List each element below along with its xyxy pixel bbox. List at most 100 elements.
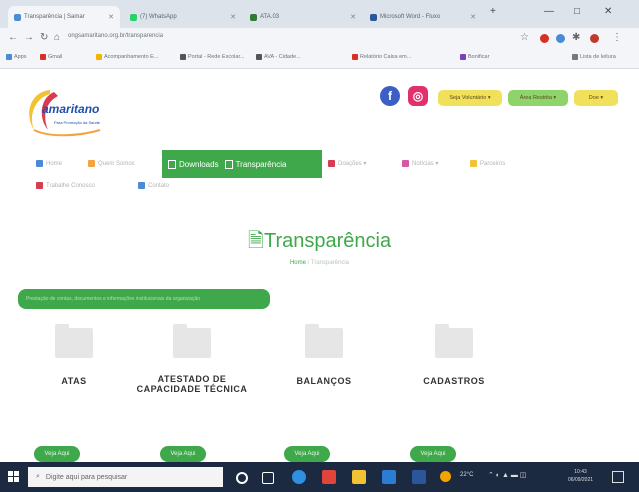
puzzle-icon[interactable]: ✱ <box>572 32 580 43</box>
star-icon[interactable]: ☆ <box>520 32 529 43</box>
breadcrumb-current: Transparência <box>310 260 350 266</box>
document-icon: 🗎 <box>247 230 264 252</box>
reload-icon[interactable]: ↻ <box>40 32 48 43</box>
bookmark-icon <box>180 54 186 60</box>
bookmark-acompanhamento[interactable]: Acompanhamento E... <box>96 54 158 60</box>
tab-word[interactable]: Microsoft Word - Fluxo ✕ <box>364 6 482 28</box>
nav-quem-somos[interactable]: Quem Somos <box>88 160 135 167</box>
apps-icon <box>6 54 12 60</box>
nav-trabalhe-conosco[interactable]: Trabalhe Conosco <box>36 182 95 189</box>
windows-taskbar: ⌕ Digite aqui para pesquisar 22°C ⌃ ◐ ▲ … <box>0 462 639 492</box>
forward-icon[interactable]: → <box>24 32 34 43</box>
nav-parceiros[interactable]: Parceiros <box>470 160 505 167</box>
extension-icon[interactable] <box>556 34 565 43</box>
system-tray-icons[interactable]: ⌃ ◐ ▲ ▬ ◫ <box>488 471 526 479</box>
bookmark-relatorio[interactable]: Relatório Caixa em... <box>352 54 411 60</box>
tab-label: (7) WhatsApp <box>140 14 177 20</box>
doe-button[interactable]: Doe ▾ <box>574 90 618 106</box>
folder-icon <box>173 324 211 358</box>
tab-transparencia[interactable]: Transparência | Samar ✕ <box>8 6 120 28</box>
nav-doacoes[interactable]: Doações ▾ <box>328 160 366 167</box>
facebook-icon[interactable]: f <box>380 86 400 106</box>
task-view-icon[interactable] <box>262 472 274 484</box>
nav-transparencia[interactable]: Transparência <box>224 159 286 169</box>
notifications-icon[interactable] <box>612 471 624 483</box>
breadcrumb: Home / Transparência <box>0 260 639 266</box>
veja-aqui-button[interactable]: Veja Aqui <box>34 446 80 462</box>
minimize-button[interactable]: — <box>544 6 554 17</box>
word-icon[interactable] <box>412 470 426 484</box>
bookmark-icon <box>256 54 262 60</box>
breadcrumb-separator: / <box>307 260 310 266</box>
breadcrumb-home[interactable]: Home <box>290 260 306 266</box>
whatsapp-icon <box>130 13 137 21</box>
card-title: BALANÇOS <box>296 376 352 386</box>
tab-label: Transparência | Samar <box>24 14 85 20</box>
extension-icon[interactable] <box>540 34 549 43</box>
new-tab-button[interactable]: + <box>490 6 496 17</box>
logo-text: amaritano <box>42 102 100 116</box>
menu-icon[interactable]: ⋮ <box>612 32 622 43</box>
document-icon <box>168 159 176 169</box>
veja-aqui-button[interactable]: Veja Aqui <box>160 446 206 462</box>
close-window-button[interactable]: ✕ <box>604 6 612 17</box>
bookmark-ava[interactable]: AVA - Cidade... <box>256 54 301 60</box>
cortana-icon[interactable] <box>236 472 248 484</box>
page-title: 🗎Transparência <box>247 230 392 252</box>
bookmark-bonificar[interactable]: Bonificar <box>460 54 489 60</box>
veja-aqui-button[interactable]: Veja Aqui <box>410 446 456 462</box>
card-balancos: BALANÇOS <box>264 324 384 386</box>
folder-icon <box>305 324 343 358</box>
close-tab-icon[interactable]: ✕ <box>108 13 114 21</box>
profile-icon[interactable] <box>590 34 599 43</box>
taskbar-search[interactable]: ⌕ Digite aqui para pesquisar <box>28 467 223 487</box>
folder-icon <box>435 324 473 358</box>
weather-icon <box>440 471 451 482</box>
windows-start-icon[interactable] <box>8 471 20 483</box>
card-title: ATAS <box>61 376 87 386</box>
card-title: CADASTROS <box>423 376 485 386</box>
file-explorer-icon[interactable] <box>352 470 366 484</box>
card-title: ATESTADO DE CAPACIDADE TÉCNICA <box>136 374 248 394</box>
reading-list[interactable]: Lista de leitura <box>572 54 616 60</box>
close-tab-icon[interactable]: ✕ <box>350 13 356 21</box>
close-tab-icon[interactable]: ✕ <box>470 13 476 21</box>
edge-icon[interactable] <box>292 470 306 484</box>
url-field[interactable]: ongsamaritano.org.br/transparencia <box>68 33 163 39</box>
tab-label: Microsoft Word - Fluxo <box>380 14 441 20</box>
bookmark-icon <box>96 54 102 60</box>
gmail-icon <box>40 54 46 60</box>
seja-voluntario-button[interactable]: Seja Voluntário ▾ <box>438 90 502 106</box>
bookmark-icon <box>460 54 466 60</box>
area-restrita-button[interactable]: Área Restrita ▾ <box>508 90 568 106</box>
nav-downloads[interactable]: Downloads <box>168 159 219 169</box>
phone-icon <box>138 182 145 189</box>
close-tab-icon[interactable]: ✕ <box>230 13 236 21</box>
nav-noticias[interactable]: Notícias ▾ <box>402 160 438 167</box>
veja-aqui-button[interactable]: Veja Aqui <box>284 446 330 462</box>
bookmark-portal[interactable]: Portal - Rede Escolar... <box>180 54 245 60</box>
calendar-icon <box>402 160 409 167</box>
bookmark-icon <box>352 54 358 60</box>
document-icon <box>224 159 233 169</box>
bookmark-gmail[interactable]: Gmail <box>40 54 62 60</box>
heart-icon <box>328 160 335 167</box>
bookmark-apps[interactable]: Apps <box>6 54 27 60</box>
weather-temp[interactable]: 22°C <box>460 472 473 478</box>
chrome-icon[interactable] <box>322 470 336 484</box>
nav-contato[interactable]: Contato <box>138 182 169 189</box>
logo-subtitle: Para Promoção da Saúde <box>54 120 101 125</box>
maximize-button[interactable]: □ <box>574 6 580 17</box>
nav-home[interactable]: Home <box>36 160 62 167</box>
instagram-icon[interactable]: ◎ <box>408 86 428 106</box>
clock[interactable]: 10:43 06/09/2021 <box>568 468 593 484</box>
home-icon <box>36 160 43 167</box>
card-cadastros: CADASTROS <box>394 324 514 386</box>
tab-ata[interactable]: ATA.03 ✕ <box>244 6 362 28</box>
home-icon[interactable]: ⌂ <box>54 32 60 43</box>
search-icon: ⌕ <box>36 473 40 480</box>
tab-whatsapp[interactable]: (7) WhatsApp ✕ <box>124 6 242 28</box>
back-icon[interactable]: ← <box>8 32 18 43</box>
mail-icon[interactable] <box>382 470 396 484</box>
browser-tab-bar: Transparência | Samar ✕ (7) WhatsApp ✕ A… <box>0 0 639 28</box>
